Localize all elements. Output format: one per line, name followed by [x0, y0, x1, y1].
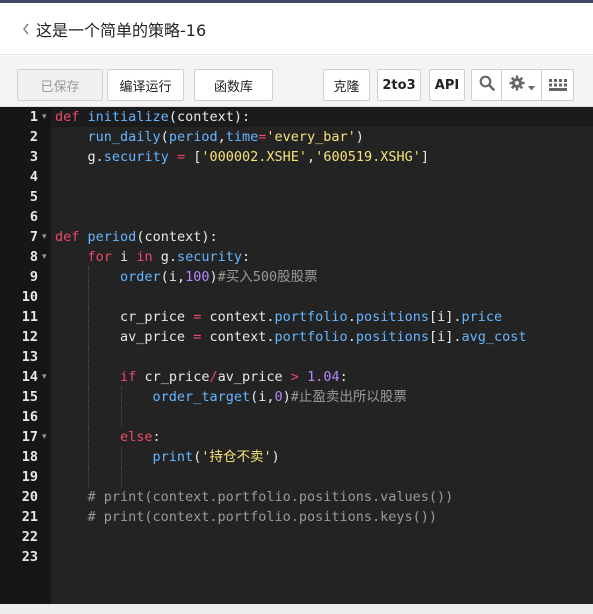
line-number: 13 — [21, 349, 38, 365]
indent-guide — [88, 467, 89, 487]
page-header: 这是一个简单的策略-16 — [0, 3, 593, 55]
search-button[interactable] — [472, 70, 502, 100]
saved-button[interactable]: 已保存 — [17, 69, 103, 101]
clone-button[interactable]: 克隆 — [323, 69, 370, 101]
fold-toggle-icon[interactable]: ▾ — [42, 247, 50, 267]
settings-button[interactable] — [502, 70, 542, 100]
line-number: 22 — [21, 529, 38, 545]
code-editor[interactable]: 1 2 3 4 5 6 7 8 9 10 11 12 13 14 15 16 1… — [0, 107, 593, 604]
line-number: 19 — [21, 469, 38, 485]
compile-run-button[interactable]: 编译运行 — [107, 69, 184, 101]
chevron-left-icon[interactable] — [18, 18, 34, 40]
bottom-panel-edge — [0, 604, 593, 614]
indent-guide — [88, 347, 89, 367]
code-line[interactable]: av_price = context.portfolio.positions[i… — [55, 327, 527, 347]
line-number: 5 — [29, 189, 38, 205]
line-number: 12 — [21, 329, 38, 345]
code-line[interactable]: run_daily(period,time='every_bar') — [55, 127, 364, 147]
fold-toggle-icon[interactable]: ▾ — [42, 367, 50, 387]
code-line[interactable]: if cr_price/av_price > 1.04: — [55, 367, 348, 387]
keyboard-icon — [548, 76, 567, 95]
code-line[interactable]: g.security = ['000002.XSHE','600519.XSHG… — [55, 147, 429, 167]
line-number: 6 — [29, 209, 38, 225]
fold-toggle-icon[interactable]: ▾ — [42, 227, 50, 247]
page-title: 这是一个简单的策略-16 — [36, 20, 207, 40]
line-number: 1 — [29, 109, 38, 125]
code-line[interactable]: order_target(i,0)#止盈卖出所以股票 — [55, 387, 407, 407]
code-line[interactable]: def period(context): — [55, 227, 218, 247]
code-line[interactable]: # print(context.portfolio.positions.valu… — [55, 487, 454, 507]
keyboard-button[interactable] — [542, 70, 573, 100]
line-number: 20 — [21, 489, 38, 505]
indent-guide — [121, 467, 122, 487]
tool-icon-group — [471, 69, 574, 101]
code-area[interactable] — [51, 107, 593, 604]
line-number: 18 — [21, 449, 38, 465]
api-button[interactable]: API — [429, 69, 465, 101]
line-number: 3 — [29, 149, 38, 165]
search-icon — [479, 75, 495, 95]
line-number: 21 — [21, 509, 38, 525]
line-number: 7 — [29, 229, 38, 245]
line-number: 14 — [21, 369, 38, 385]
gear-icon — [509, 75, 525, 95]
code-line[interactable]: order(i,100)#买入500股股票 — [55, 267, 318, 287]
code-line[interactable]: for i in g.security: — [55, 247, 251, 267]
function-library-button[interactable]: 函数库 — [194, 69, 273, 101]
line-number: 8 — [29, 249, 38, 265]
indent-guide — [121, 407, 122, 427]
indent-guide — [88, 287, 89, 307]
line-number: 10 — [21, 289, 38, 305]
line-number: 4 — [29, 169, 38, 185]
line-number: 17 — [21, 429, 38, 445]
code-line[interactable]: print('持仓不卖') — [55, 447, 280, 467]
line-number: 23 — [21, 549, 38, 565]
code-line[interactable]: else: — [55, 427, 161, 447]
line-number: 16 — [21, 409, 38, 425]
line-number: 2 — [29, 129, 38, 145]
code-line[interactable]: def initialize(context): — [55, 107, 250, 127]
caret-down-icon — [527, 76, 535, 95]
indent-guide — [88, 407, 89, 427]
fold-toggle-icon[interactable]: ▾ — [42, 107, 50, 127]
fold-toggle-icon[interactable]: ▾ — [42, 427, 50, 447]
2to3-button[interactable]: 2to3 — [377, 69, 421, 101]
editor-toolbar: 已保存 编译运行 函数库 克隆 2to3 API — [0, 56, 593, 107]
code-line[interactable]: # print(context.portfolio.positions.keys… — [55, 507, 438, 527]
line-number: 11 — [21, 309, 38, 325]
line-number: 15 — [21, 389, 38, 405]
line-number: 9 — [29, 269, 38, 285]
code-line[interactable]: cr_price = context.portfolio.positions[i… — [55, 307, 502, 327]
